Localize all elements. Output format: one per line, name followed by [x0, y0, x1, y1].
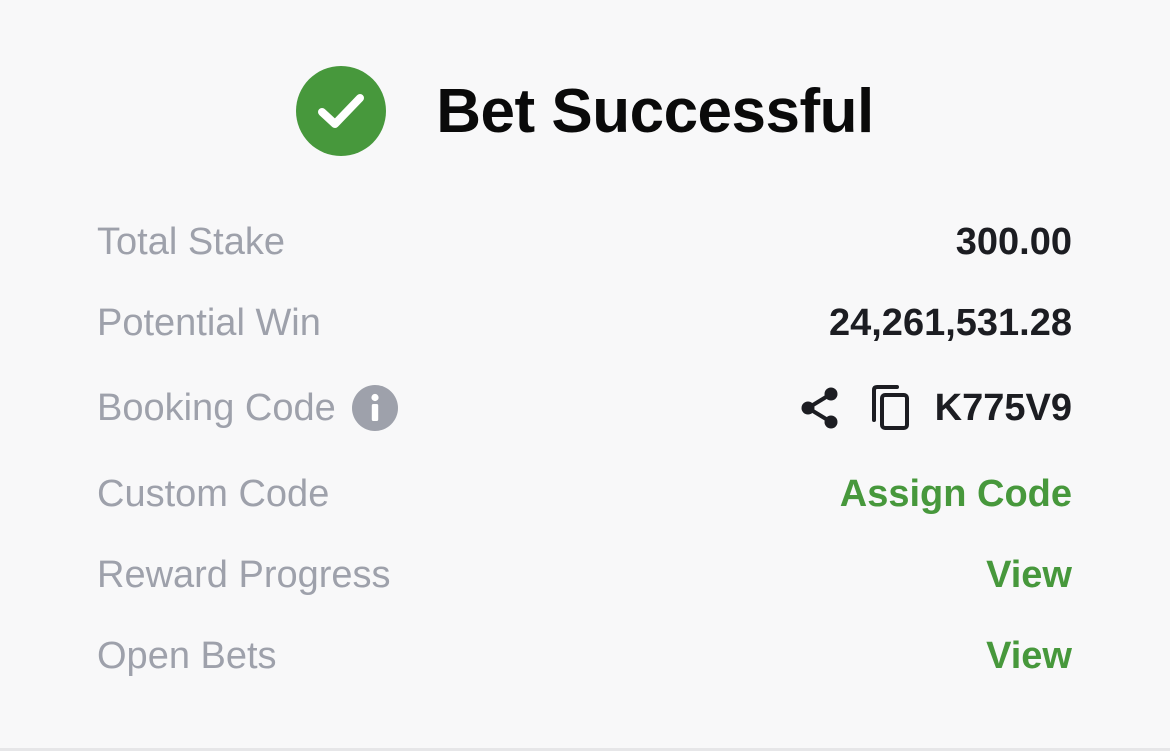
- booking-code-label: Booking Code: [97, 386, 336, 429]
- copy-icon[interactable]: [869, 384, 911, 432]
- custom-code-label: Custom Code: [97, 472, 330, 515]
- info-icon[interactable]: [351, 385, 398, 431]
- total-stake-value: 300.00: [955, 220, 1072, 263]
- potential-win-row: Potential Win 24,261,531.28: [97, 293, 1072, 353]
- bet-success-header: Bet Successful: [0, 66, 1170, 156]
- custom-code-row: Custom Code Assign Code: [97, 464, 1072, 524]
- open-bets-view-link[interactable]: View: [986, 635, 1072, 678]
- open-bets-row: Open Bets View: [97, 626, 1072, 686]
- total-stake-label: Total Stake: [97, 220, 285, 263]
- potential-win-label: Potential Win: [97, 301, 321, 344]
- open-bets-label: Open Bets: [97, 634, 277, 677]
- booking-code-label-wrap: Booking Code: [97, 385, 398, 431]
- reward-progress-row: Reward Progress View: [97, 545, 1072, 605]
- potential-win-value: 24,261,531.28: [828, 301, 1072, 344]
- total-stake-row: Total Stake 300.00: [97, 212, 1072, 272]
- booking-code-value[interactable]: K775V9: [935, 387, 1072, 430]
- booking-code-row: Booking Code K775V9: [97, 378, 1072, 438]
- share-icon[interactable]: [799, 385, 841, 431]
- reward-progress-view-link[interactable]: View: [986, 554, 1072, 597]
- page-title: Bet Successful: [436, 76, 874, 146]
- assign-code-link[interactable]: Assign Code: [840, 473, 1072, 516]
- reward-progress-label: Reward Progress: [97, 553, 391, 596]
- booking-code-value-wrap: K775V9: [799, 384, 1072, 432]
- check-circle-icon: [296, 66, 387, 156]
